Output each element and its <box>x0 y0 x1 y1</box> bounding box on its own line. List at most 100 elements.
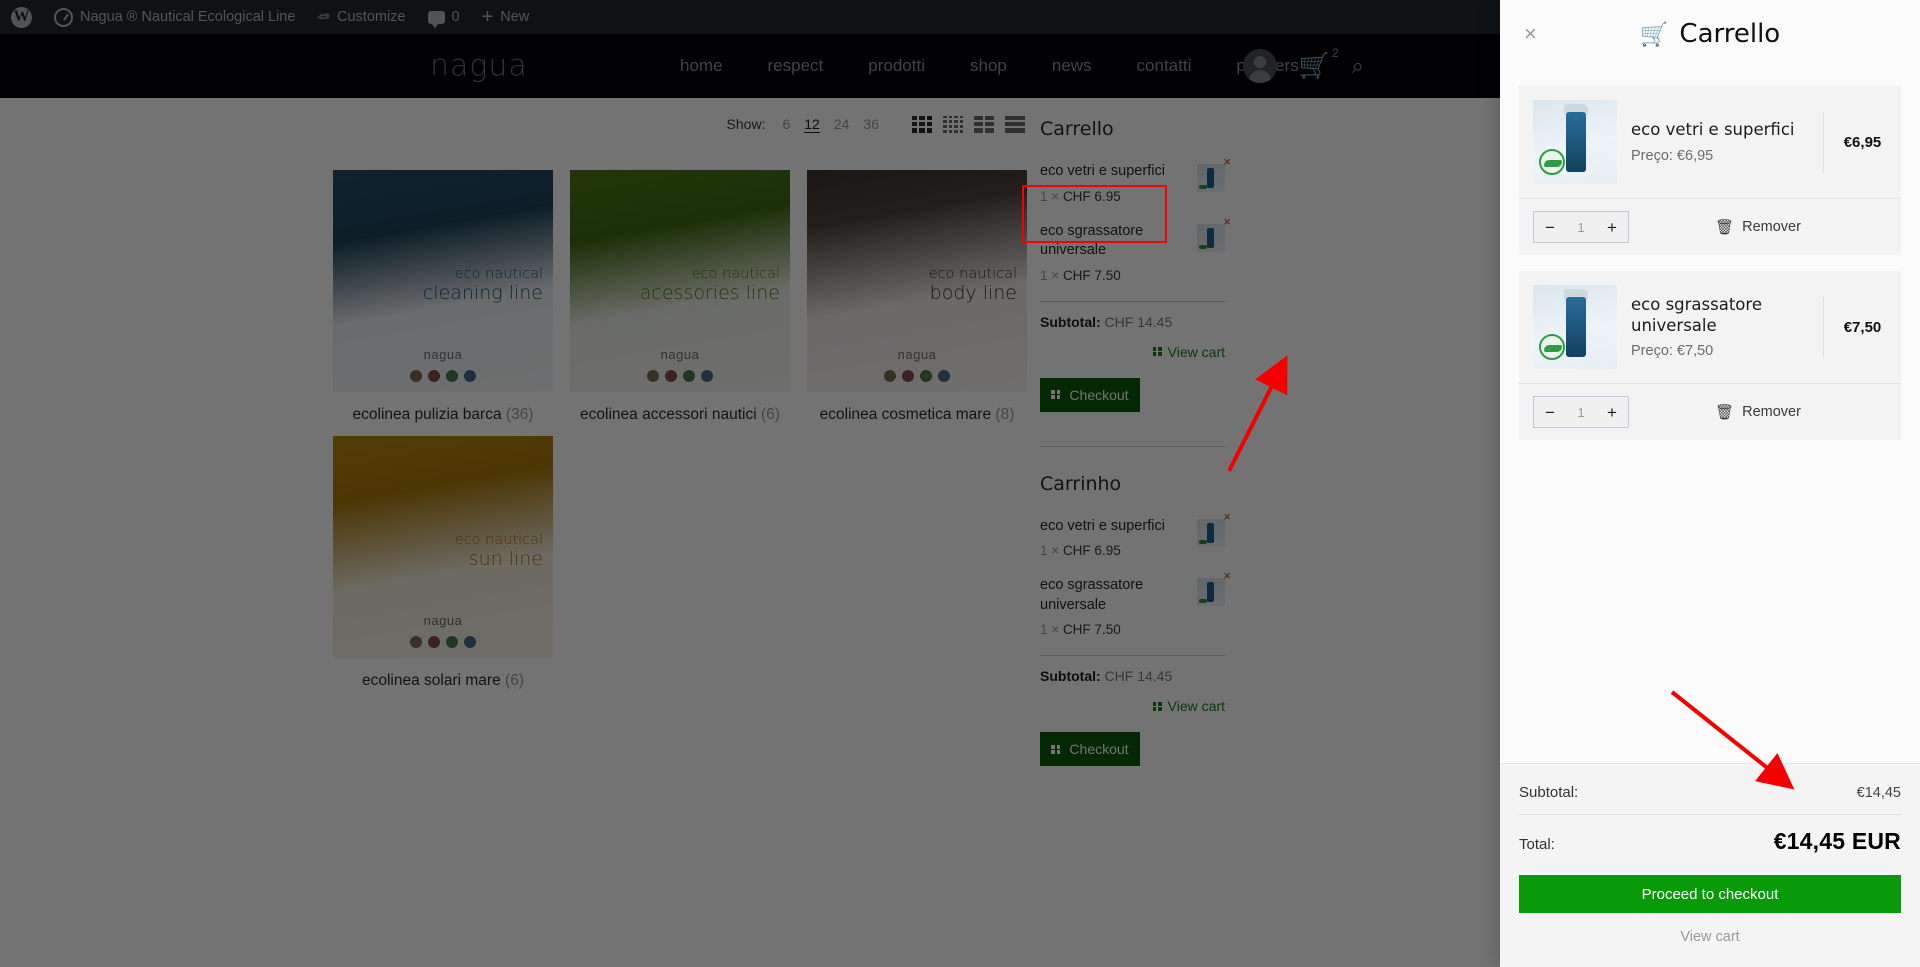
grid-2-icon[interactable] <box>974 115 994 133</box>
cart-line-item-top: eco sgrassatore universale Preço: €7,50 … <box>1519 271 1901 383</box>
product-thumb[interactable]: eco nautical sun line nagua <box>333 436 553 658</box>
cart-line-item-name[interactable]: eco vetri e superfici <box>1631 120 1809 141</box>
product-card-accessories[interactable]: eco nautical acessories line nagua ecoli… <box>570 170 790 424</box>
view-mode-icons <box>912 115 1025 133</box>
nav-item-news[interactable]: news <box>1052 56 1092 76</box>
wp-comments[interactable]: 0 <box>417 0 471 34</box>
quantity-decrease-button[interactable]: − <box>1545 404 1555 421</box>
sidebar-cart-item[interactable]: eco vetri e superfici 1 × CHF 6.95 × <box>1040 154 1231 204</box>
product-caption[interactable]: ecolinea pulizia barca (36) <box>333 392 553 424</box>
sidebar-cart-remove-icon[interactable]: × <box>1223 214 1231 229</box>
quantity-stepper[interactable]: − 1 + <box>1533 396 1629 428</box>
show-option-36[interactable]: 36 <box>863 116 879 132</box>
trash-icon: 🗑 <box>1715 404 1735 421</box>
nav-item-shop[interactable]: shop <box>970 56 1007 76</box>
sidebar-view-cart-label: View cart <box>1167 698 1225 715</box>
product-caption-label: ecolinea accessori nautici <box>580 406 757 423</box>
product-thumb[interactable]: eco nautical acessories line nagua <box>570 170 790 392</box>
product-caption[interactable]: ecolinea accessori nautici (6) <box>570 392 790 424</box>
remove-item-button[interactable]: 🗑 Remover <box>1629 403 1887 421</box>
product-image[interactable] <box>1533 285 1617 369</box>
plus-icon: + <box>481 6 494 28</box>
qty-number: 1 <box>1040 543 1048 559</box>
sidebar-view-cart-link[interactable]: View cart <box>1040 698 1225 714</box>
show-option-24[interactable]: 24 <box>834 116 850 132</box>
cart-subtotal-label: Subtotal: <box>1519 784 1579 801</box>
close-icon[interactable]: × <box>1524 21 1537 47</box>
product-caption[interactable]: ecolinea cosmetica mare (8) <box>807 392 1027 424</box>
qty-times: × <box>1051 543 1060 559</box>
wp-site-name[interactable]: Nagua ® Nautical Ecological Line <box>43 0 306 34</box>
nav-item-respect[interactable]: respect <box>768 56 824 76</box>
sidebar-cart-item-qty: 1 × CHF 6.95 <box>1040 543 1181 558</box>
list-icon[interactable] <box>1005 115 1025 133</box>
nav-item-prodotti[interactable]: prodotti <box>868 56 925 76</box>
wp-new-label: New <box>500 9 530 25</box>
cart-line-item-price: Preço: €7,50 <box>1631 343 1714 360</box>
cart-line-item-info: eco vetri e superfici Preço: €6,95 <box>1617 120 1823 164</box>
sidebar-cart-item-name: eco sgrassatore universale <box>1040 577 1144 613</box>
grid-3-icon[interactable] <box>912 115 932 133</box>
cart-panel-body: eco vetri e superfici Preço: €6,95 €6,95… <box>1500 68 1920 763</box>
nav-item-home[interactable]: home <box>680 56 723 76</box>
sidebar-subtotal-label: Subtotal: <box>1040 668 1101 685</box>
qty-number: 1 <box>1040 622 1048 638</box>
show-option-12[interactable]: 12 <box>804 116 820 133</box>
quantity-value[interactable]: 1 <box>1577 405 1584 420</box>
product-count: (36) <box>505 406 534 423</box>
site-logo[interactable]: nagua <box>430 49 528 84</box>
divider <box>1519 814 1901 815</box>
sidebar-checkout-button[interactable]: Checkout <box>1040 377 1140 412</box>
cart-line-item-name[interactable]: eco sgrassatore universale <box>1631 295 1809 336</box>
grid-dots-icon <box>1152 701 1162 711</box>
product-image-line1: eco nautical <box>454 532 543 548</box>
quantity-increase-button[interactable]: + <box>1607 404 1617 421</box>
sidebar-cart-item[interactable]: eco sgrassatore universale 1 × CHF 7.50 … <box>1040 568 1231 638</box>
show-option-6[interactable]: 6 <box>782 116 790 132</box>
product-card-cleaning[interactable]: eco nautical cleaning line nagua ecoline… <box>333 170 553 424</box>
quantity-value[interactable]: 1 <box>1577 220 1584 235</box>
sidebar-cart-remove-icon[interactable]: × <box>1223 154 1231 169</box>
proceed-to-checkout-button[interactable]: Proceed to checkout <box>1519 875 1901 913</box>
search-icon[interactable]: ⌕ <box>1352 55 1364 77</box>
sidebar-cart-remove-icon[interactable]: × <box>1223 568 1231 583</box>
nav-item-contatti[interactable]: contatti <box>1137 56 1192 76</box>
divider <box>1040 300 1225 302</box>
product-thumb[interactable]: eco nautical cleaning line nagua <box>333 170 553 392</box>
wp-customize[interactable]: ✏ Customize <box>306 0 416 34</box>
product-count: (6) <box>760 406 780 423</box>
remove-item-button[interactable]: 🗑 Remover <box>1629 218 1887 236</box>
cart-subtotal-value: €14,45 <box>1856 785 1901 801</box>
quantity-increase-button[interactable]: + <box>1607 219 1617 236</box>
sidebar-cart-item[interactable]: eco sgrassatore universale 1 × CHF 7.50 … <box>1040 214 1231 283</box>
product-card-sun[interactable]: eco nautical sun line nagua ecolinea sol… <box>333 436 553 690</box>
product-image-logo: nagua <box>897 347 937 362</box>
product-card-body[interactable]: eco nautical body line nagua ecolinea co… <box>807 170 1027 424</box>
comment-icon <box>427 10 445 28</box>
wp-site-name-label: Nagua ® Nautical Ecological Line <box>80 9 296 25</box>
cart-line-item-controls: − 1 + 🗑 Remover <box>1519 383 1901 440</box>
account-avatar-icon[interactable] <box>1242 49 1277 83</box>
sidebar-cart-remove-icon[interactable]: × <box>1223 509 1231 524</box>
sidebar-cart-item[interactable]: eco vetri e superfici 1 × CHF 6.95 × <box>1040 509 1231 559</box>
remove-item-label: Remover <box>1742 219 1801 235</box>
product-caption-label: ecolinea pulizia barca <box>352 406 502 423</box>
product-caption[interactable]: ecolinea solari mare (6) <box>333 658 553 690</box>
cart-line-item-price: Preço: €6,95 <box>1631 147 1714 164</box>
cart-icon[interactable]: 🛒 2 <box>1299 47 1339 79</box>
sidebar-widget-carrello: Carrello eco vetri e superfici 1 × CHF 6… <box>1040 118 1231 412</box>
wp-logo-menu[interactable]: W <box>0 0 43 34</box>
bottle-shape <box>1566 297 1586 357</box>
product-thumb[interactable]: eco nautical body line nagua <box>807 170 1027 392</box>
bottle-shape <box>1566 112 1586 172</box>
view-cart-link[interactable]: View cart <box>1519 929 1901 945</box>
quantity-decrease-button[interactable]: − <box>1545 219 1555 236</box>
grid-4-icon[interactable] <box>943 115 963 133</box>
wp-new[interactable]: + New <box>471 0 541 34</box>
quantity-stepper[interactable]: − 1 + <box>1533 211 1629 243</box>
product-image-logo: nagua <box>423 347 463 362</box>
sidebar-checkout-button[interactable]: Checkout <box>1040 732 1140 767</box>
sidebar-widget-carrinho: Carrinho eco vetri e superfici 1 × CHF 6… <box>1040 473 1231 767</box>
sidebar-view-cart-link[interactable]: View cart <box>1040 344 1225 360</box>
product-image[interactable] <box>1533 100 1617 184</box>
